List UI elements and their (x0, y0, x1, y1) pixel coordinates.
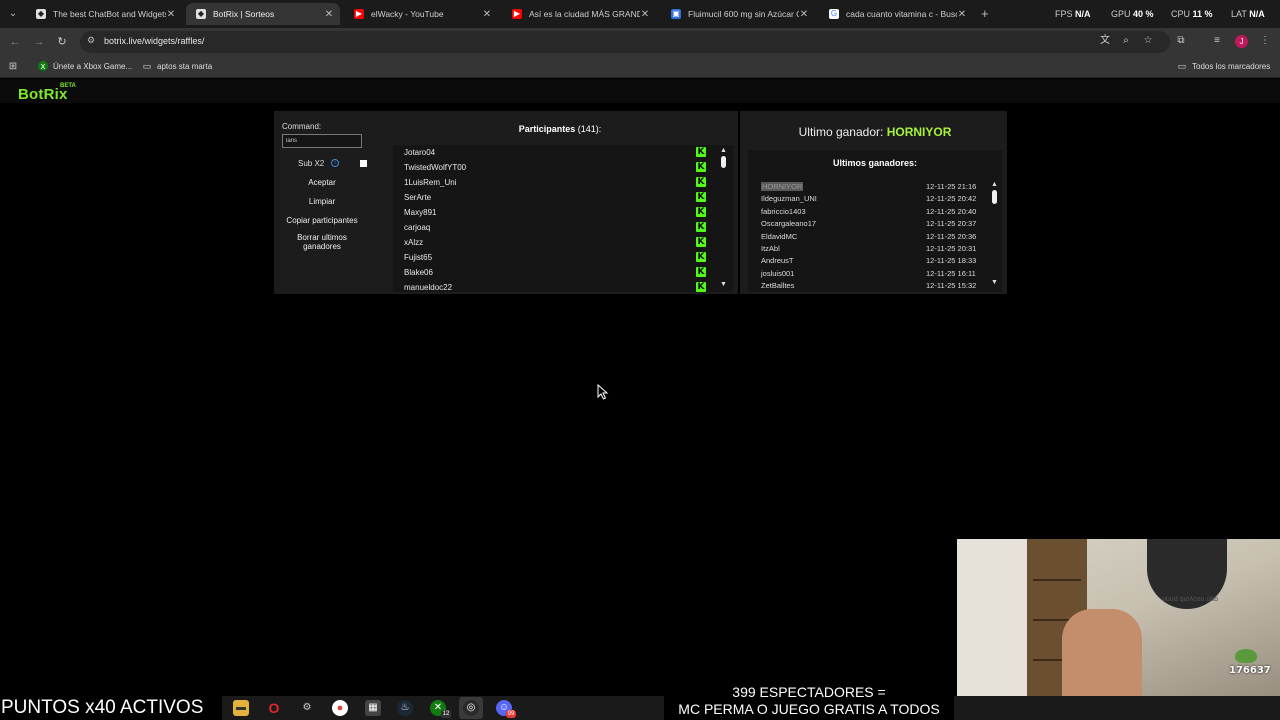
winner-date: 12-11-25 21:16 (926, 182, 977, 191)
winner-row[interactable]: EldavidMC 12-11-25 20:36 (761, 232, 981, 244)
screen: ⌄ ◆ The best ChatBot and Widgets ✕ ◆ BotRix … (0, 0, 1280, 720)
winner-name: fabriccio1403 (761, 206, 806, 216)
winner-row[interactable]: AndreusT 12-11-25 18:33 (761, 256, 981, 268)
winner-name: HORNIYOR (761, 182, 804, 191)
mouse-cursor (597, 384, 609, 400)
winner-name: ItzAbl (761, 244, 780, 253)
webcam-overlay: ddu uoɔʎoɹp buiɹu 176637 (957, 539, 1280, 720)
winner-row[interactable]: fabriccio1403 12-11-25 20:40 (761, 207, 981, 219)
webcam-mirrored-text: ddu uoɔʎoɹp buiɹu (1162, 596, 1219, 603)
winner-date: 12-11-25 16:11 (926, 268, 976, 278)
winner-date: 12-11-25 20:37 (926, 219, 977, 229)
viewers-line-2: MC PERMA O JUEGO GRATIS A TODOS (678, 701, 940, 717)
winner-date: 12-11-25 20:42 (926, 194, 977, 204)
steam-icon[interactable]: ♨ (397, 700, 413, 716)
winner-date: 12-11-25 20:40 (926, 206, 977, 216)
frog-emote-icon (1235, 649, 1257, 663)
winner-date: 12-11-25 18:33 (926, 256, 977, 266)
winner-name: josluis001 (761, 268, 795, 278)
winner-date: 12-11-25 20:31 (926, 244, 977, 253)
obs-icon[interactable]: ◎ (463, 700, 479, 716)
winner-row[interactable]: ItzAbl 12-11-25 20:31 (761, 244, 981, 256)
file-explorer-icon[interactable]: ▬ (233, 700, 249, 716)
winner-row[interactable]: josluis001 12-11-25 16:11 (761, 269, 981, 281)
webcam-shelf-board (1033, 579, 1081, 581)
winner-row[interactable]: Oscargaleano17 12-11-25 20:37 (761, 219, 981, 231)
calculator-icon[interactable]: ▦ (365, 700, 381, 716)
chrome-icon[interactable]: ● (332, 700, 348, 716)
winners-scroll-down-arrow[interactable]: ▼ (991, 279, 998, 286)
winners-scroll-up-arrow[interactable]: ▲ (991, 181, 998, 188)
winner-row[interactable]: ZetBalltes 12-11-25 15:32 (761, 281, 981, 291)
winner-name: EldavidMC (761, 231, 798, 241)
winner-row[interactable]: Ildeguzman_UNI 12-11-25 20:42 (761, 194, 981, 206)
winner-name: Oscargaleano17 (761, 219, 817, 229)
winner-name: Ildeguzman_UNI (761, 194, 817, 204)
winner-date: 12-11-25 15:32 (926, 281, 977, 291)
winner-name: ZetBalltes (761, 281, 795, 291)
discord-badge: 99 (506, 710, 516, 718)
webcam-wall (957, 539, 1027, 720)
webcam-counter: 176637 (1229, 665, 1271, 676)
viewers-overlay: 399 ESPECTADORES = MC PERMA O JUEGO GRAT… (664, 684, 954, 720)
points-overlay: PUNTOS x40 ACTIVOS (0, 696, 222, 720)
winner-date: 12-11-25 20:36 (926, 231, 977, 241)
opera-icon[interactable]: O (266, 700, 282, 716)
winner-name: AndreusT (761, 256, 794, 266)
xbox-badge: 12 (441, 710, 451, 718)
winner-row[interactable]: HORNIYOR 12-11-25 21:16 (761, 182, 981, 194)
viewers-line-1: 399 ESPECTADORES = (732, 684, 886, 700)
app-icon[interactable]: ⚙ (299, 700, 315, 716)
winners-scroll-thumb[interactable] (992, 190, 997, 204)
